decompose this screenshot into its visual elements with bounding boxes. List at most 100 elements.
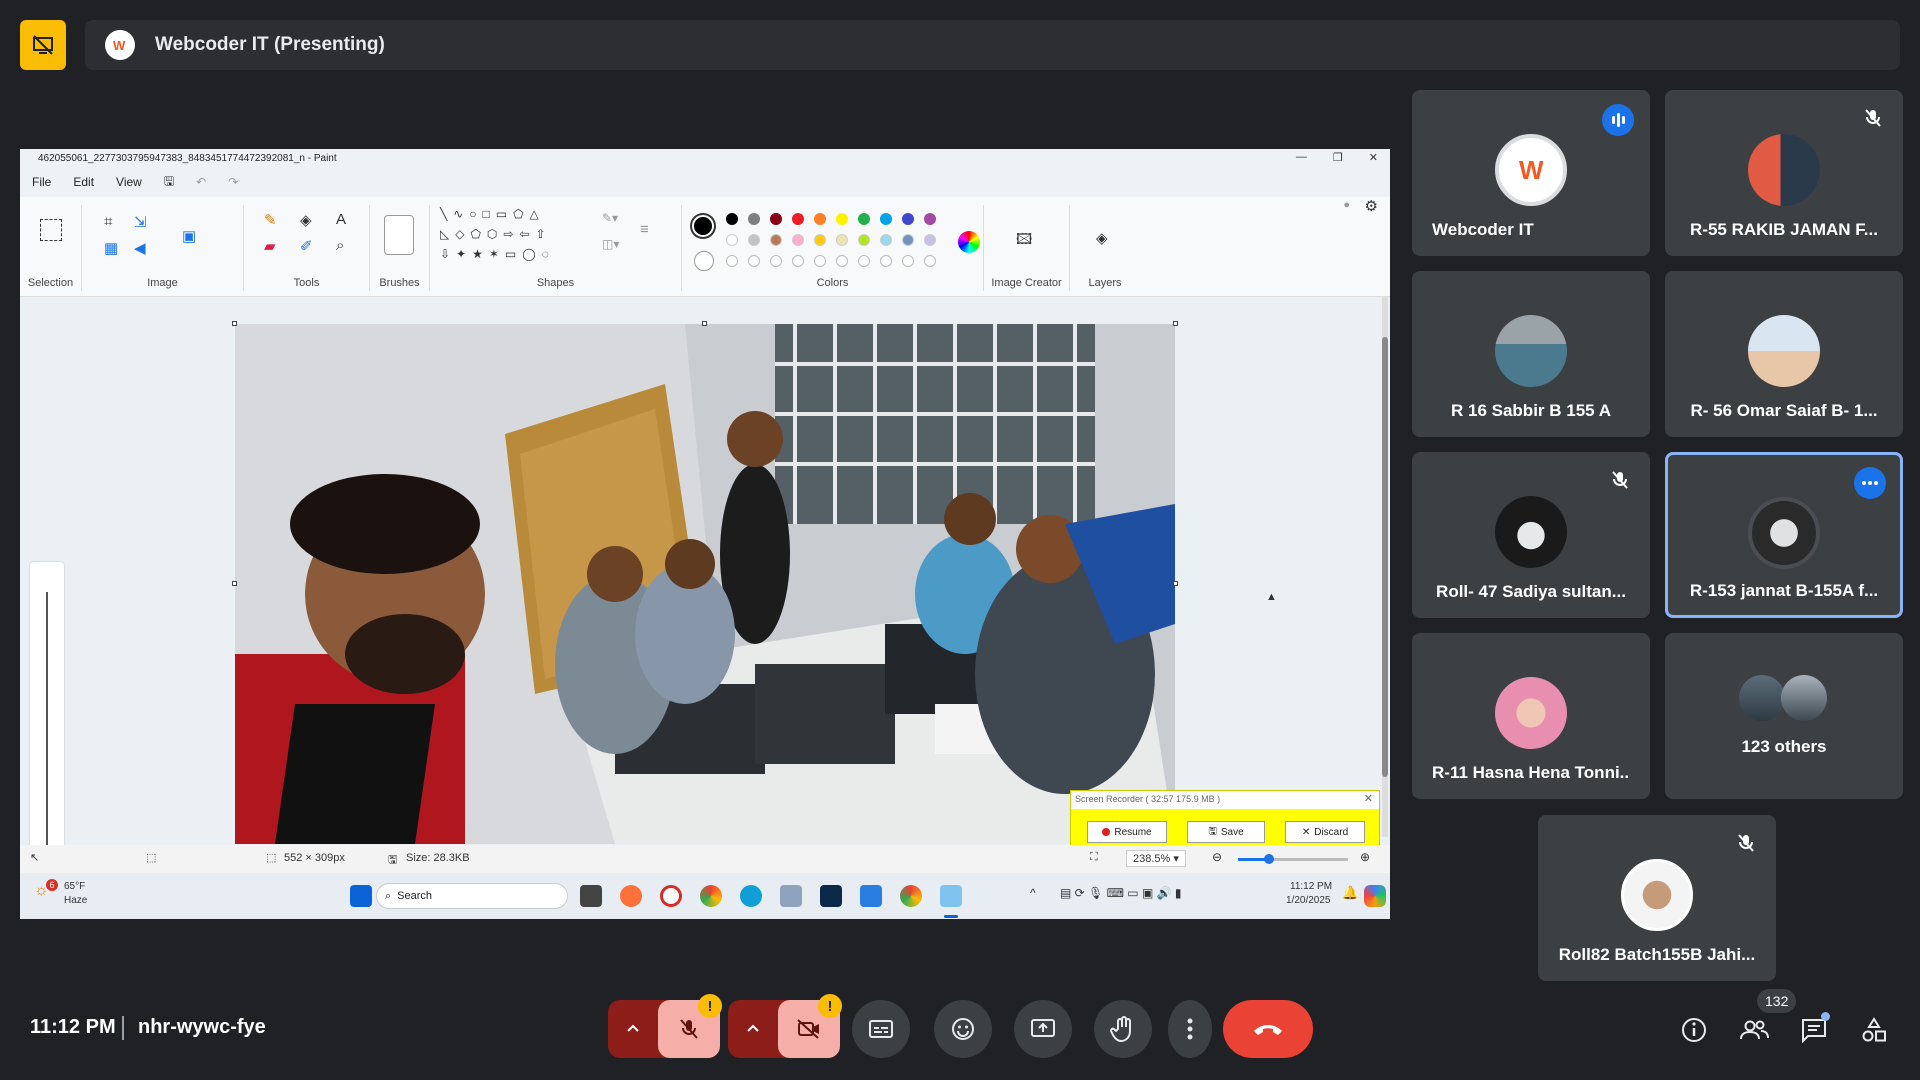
meeting-details-button[interactable] — [1676, 1012, 1712, 1048]
copilot-icon[interactable]: ● — [1343, 199, 1350, 211]
participant-tile[interactable]: R 16 Sabbir B 155 A — [1412, 271, 1650, 437]
resize-icon[interactable]: ⇲ — [134, 213, 147, 231]
activities-button[interactable] — [1856, 1012, 1892, 1048]
resize-handle[interactable] — [1173, 581, 1178, 586]
reactions-button[interactable] — [934, 1000, 992, 1058]
shapes-row-1[interactable]: ╲∿○□▭⬠△ — [440, 207, 545, 221]
participant-tile[interactable]: R- 56 Omar Saiaf B- 1... — [1665, 271, 1903, 437]
opera-icon[interactable] — [660, 885, 682, 907]
resize-handle[interactable] — [1173, 321, 1178, 326]
vertical-zoom-slider[interactable] — [30, 562, 64, 882]
color-swatch[interactable] — [770, 213, 782, 225]
custom-color-slot[interactable] — [902, 255, 914, 267]
file-explorer-icon[interactable] — [780, 885, 802, 907]
color-swatch[interactable] — [814, 234, 826, 246]
firefox-icon[interactable] — [620, 885, 642, 907]
maximize-icon[interactable]: ❐ — [1333, 151, 1343, 164]
custom-color-slot[interactable] — [748, 255, 760, 267]
notification-bell-icon[interactable]: 🔔 — [1342, 885, 1358, 901]
save-icon[interactable]: 🖫 — [164, 172, 174, 193]
eraser-icon[interactable]: ▰ — [264, 237, 276, 255]
custom-color-slot[interactable] — [880, 255, 892, 267]
app-icon[interactable] — [820, 885, 842, 907]
task-view-icon[interactable] — [580, 885, 602, 907]
resize-handle[interactable] — [702, 321, 707, 326]
custom-color-slot[interactable] — [858, 255, 870, 267]
color-swatch[interactable] — [836, 213, 848, 225]
custom-color-slot[interactable] — [836, 255, 848, 267]
participant-tile[interactable]: Roll- 47 Sadiya sultan... — [1412, 452, 1650, 618]
color-swatch[interactable] — [726, 213, 738, 225]
more-options-icon[interactable] — [1854, 467, 1886, 499]
color-swatch[interactable] — [748, 213, 760, 225]
fill-shape-icon[interactable]: ◫▾ — [602, 237, 619, 251]
people-button[interactable] — [1736, 1012, 1772, 1048]
shapes-row-2[interactable]: ◺◇⬠⬡⇨⇦⇧ — [440, 227, 552, 241]
raise-hand-button[interactable] — [1094, 1000, 1152, 1058]
chat-button[interactable] — [1796, 1012, 1832, 1048]
color-picker-icon[interactable]: ✐ — [300, 237, 313, 255]
canvas-photo[interactable] — [235, 324, 1175, 844]
recorder-discard-button[interactable]: ✕ Discard — [1285, 821, 1365, 843]
selection-icon[interactable] — [40, 219, 62, 241]
participant-tile[interactable]: R-55 RAKIB JAMAN F... — [1665, 90, 1903, 256]
copilot-taskbar-icon[interactable] — [1364, 885, 1386, 907]
zoom-in-icon[interactable]: ⊕ — [1360, 850, 1370, 864]
camera-options-button[interactable] — [728, 1000, 778, 1058]
settings-icon[interactable]: ⚙ — [1365, 197, 1378, 215]
color-swatch[interactable] — [836, 234, 848, 246]
color-swatch[interactable] — [814, 213, 826, 225]
resize-handle[interactable] — [232, 581, 237, 586]
secondary-color[interactable] — [694, 251, 714, 271]
zoom-out-icon[interactable]: ⊖ — [1212, 850, 1222, 864]
windows-start-icon[interactable] — [350, 885, 372, 907]
edit-colors-icon[interactable] — [958, 231, 980, 253]
notepad-icon[interactable] — [860, 885, 882, 907]
chrome-icon[interactable] — [700, 885, 722, 907]
custom-color-slot[interactable] — [814, 255, 826, 267]
color-swatch[interactable] — [924, 234, 936, 246]
others-tile[interactable]: 123 others — [1665, 633, 1903, 799]
participant-tile[interactable]: Roll82 Batch155B Jahi... — [1538, 815, 1776, 981]
fill-icon[interactable]: ◈ — [300, 211, 312, 229]
recorder-save-button[interactable]: 🖫 Save — [1187, 821, 1265, 843]
close-icon[interactable]: ✕ — [1369, 151, 1378, 164]
leave-call-button[interactable] — [1223, 1000, 1313, 1058]
shapes-row-3[interactable]: ⇩✦★✶▭◯◌ — [440, 247, 555, 261]
custom-color-slot[interactable] — [924, 255, 936, 267]
menu-view[interactable]: View — [116, 175, 142, 189]
stop-presenting-button[interactable] — [20, 20, 66, 70]
remove-background-icon[interactable]: ▦ — [104, 239, 118, 257]
menu-file[interactable]: File — [32, 175, 51, 189]
outline-icon[interactable]: ✎▾ — [602, 211, 618, 225]
color-swatch[interactable] — [924, 213, 936, 225]
color-swatch[interactable] — [792, 213, 804, 225]
primary-color[interactable] — [692, 215, 714, 237]
color-swatch[interactable] — [880, 213, 892, 225]
participant-tile-pinned[interactable]: R-153 jannat B-155A f... — [1665, 452, 1903, 618]
redo-icon[interactable]: ↷ — [228, 175, 238, 189]
image-icon[interactable]: ▣ — [182, 227, 196, 245]
magnifier-icon[interactable]: ⌕ — [336, 237, 344, 254]
custom-color-slot[interactable] — [770, 255, 782, 267]
present-screen-button[interactable] — [1014, 1000, 1072, 1058]
undo-icon[interactable]: ↶ — [196, 175, 206, 189]
color-swatch[interactable] — [748, 234, 760, 246]
brush-icon[interactable] — [384, 215, 414, 255]
stroke-size-icon[interactable]: ≡ — [640, 221, 649, 238]
recorder-resume-button[interactable]: Resume — [1087, 821, 1167, 843]
vertical-scrollbar[interactable] — [1382, 297, 1388, 837]
mic-options-button[interactable] — [608, 1000, 658, 1058]
participant-tile[interactable]: W Webcoder IT — [1412, 90, 1650, 256]
zoom-dropdown[interactable]: 238.5% ▾ — [1126, 850, 1186, 867]
chrome-profile-icon[interactable] — [900, 885, 922, 907]
fit-icon[interactable]: ⛶ — [1090, 851, 1098, 864]
color-swatch[interactable] — [858, 213, 870, 225]
crop-icon[interactable]: ⌗ — [104, 213, 112, 230]
color-swatch[interactable] — [792, 234, 804, 246]
recorder-close-icon[interactable]: ✕ — [1364, 792, 1373, 805]
resize-handle[interactable] — [232, 321, 237, 326]
minimize-icon[interactable]: — — [1296, 151, 1307, 164]
zoom-slider[interactable] — [1238, 854, 1348, 864]
color-swatch[interactable] — [770, 234, 782, 246]
